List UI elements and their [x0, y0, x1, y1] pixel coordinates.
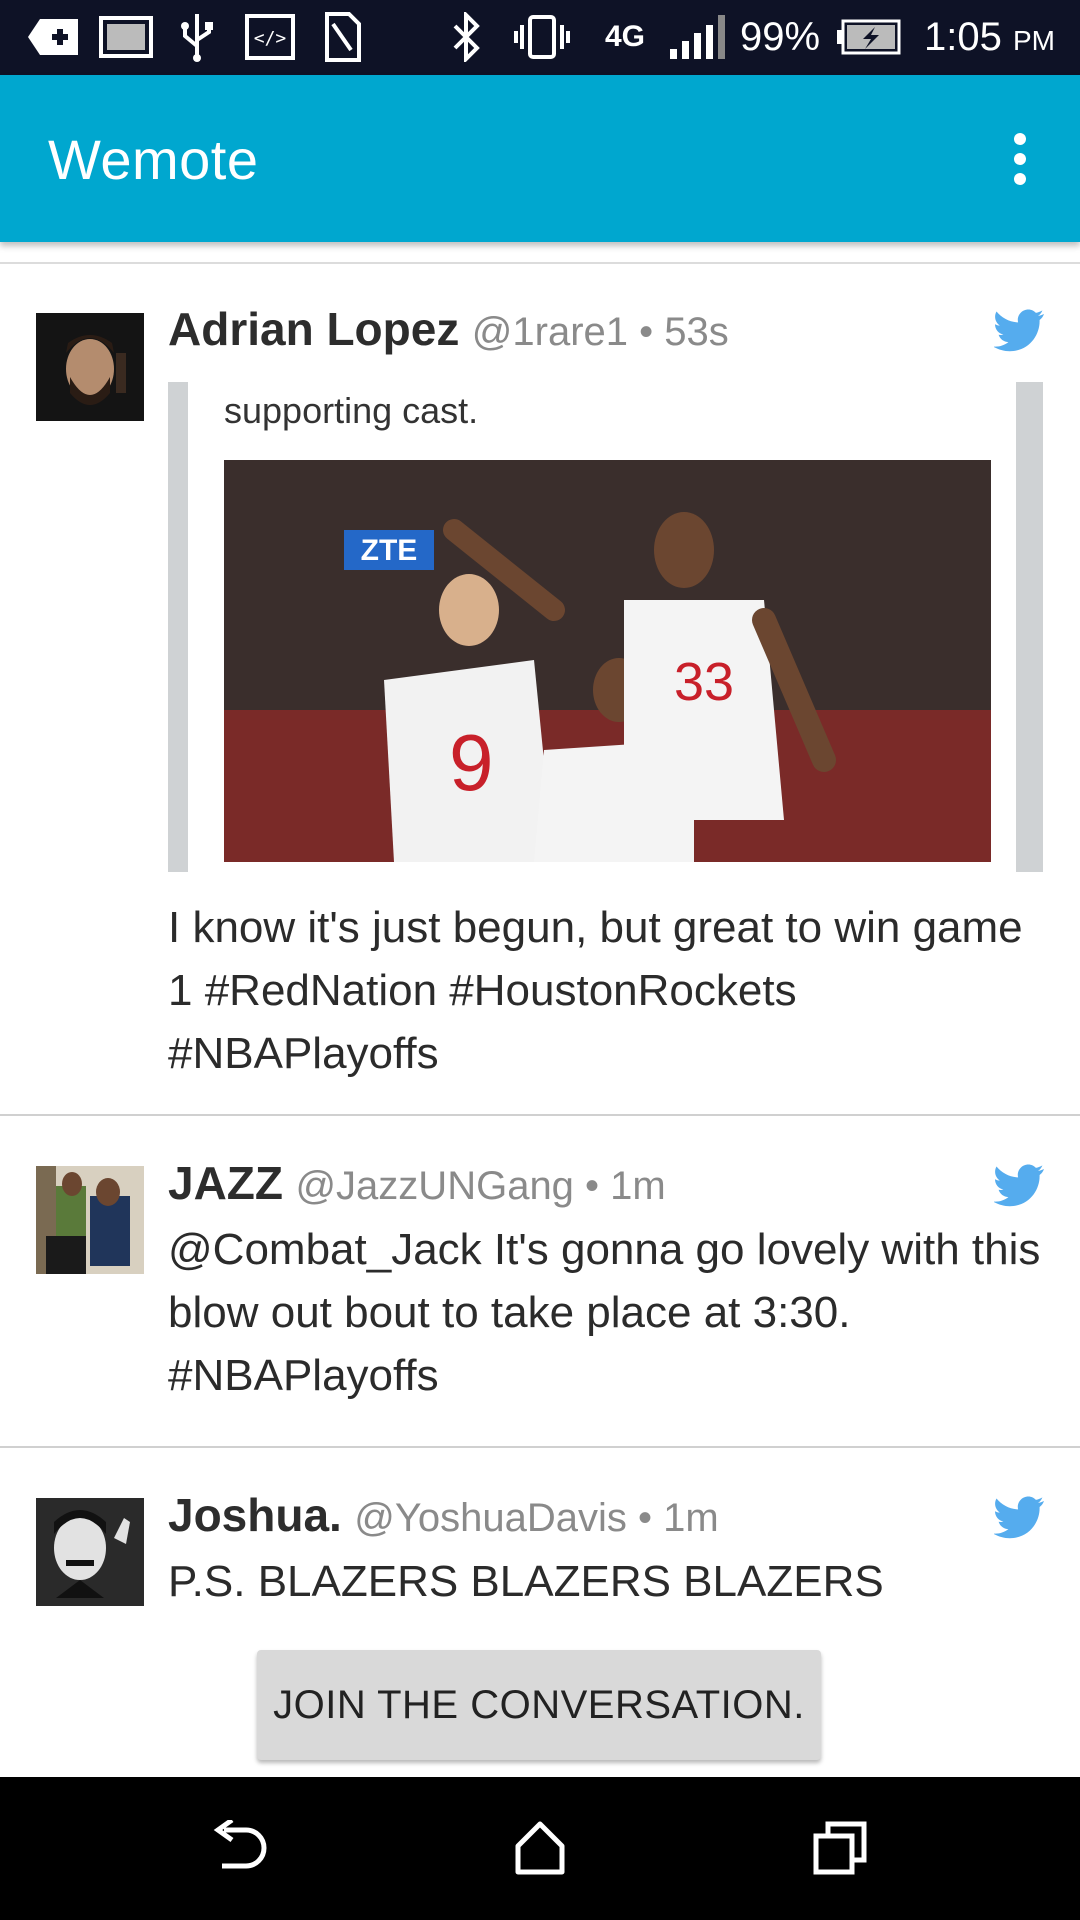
app-title: Wemote — [48, 128, 259, 191]
tweet-text: I know it's just begun, but great to win… — [168, 903, 1023, 1078]
signal-icon — [668, 12, 726, 62]
tweet-item[interactable]: Adrian Lopez @1rare1 • 53s supporting ca… — [0, 264, 1080, 1116]
time-suffix: PM — [1012, 25, 1055, 56]
join-conversation-button[interactable]: JOIN THE CONVERSATION. — [257, 1650, 821, 1760]
svg-text:9: 9 — [449, 718, 494, 807]
sim-icon — [322, 12, 362, 62]
twitter-bird-icon — [992, 1496, 1046, 1540]
handle: @JazzUNGang — [295, 1164, 574, 1208]
tweet-header: Joshua. @YoshuaDavis • 1m — [168, 1488, 719, 1542]
handle: @YoshuaDavis — [354, 1496, 627, 1540]
vibrate-icon — [510, 12, 574, 62]
tweet-age: 1m — [663, 1496, 719, 1540]
svg-text:</>: </> — [254, 28, 287, 49]
recents-icon[interactable] — [800, 1813, 880, 1883]
handle: @1rare1 — [471, 310, 629, 354]
media-caption: supporting cast. — [224, 390, 479, 431]
tweet-header: JAZZ @JazzUNGang • 1m — [168, 1156, 666, 1210]
tweet-media[interactable]: supporting cast. ZTE 9 33 — [168, 382, 1043, 872]
tweet-text: P.S. BLAZERS BLAZERS BLAZERS #RIPCITY BL… — [168, 1557, 1001, 1627]
tweet-item[interactable]: Joshua. @YoshuaDavis • 1m P.S. BLAZERS B… — [0, 1448, 1080, 1627]
tweet-item[interactable]: JAZZ @JazzUNGang • 1m @Combat_Jack It's … — [0, 1116, 1080, 1448]
user-name[interactable]: Adrian Lopez — [168, 303, 459, 355]
user-handle: @YoshuaDavis • 1m — [354, 1496, 719, 1540]
tweet-age: 1m — [610, 1164, 666, 1208]
code-icon: </> — [244, 12, 296, 62]
twitter-bird-icon — [992, 1164, 1046, 1208]
battery-percent: 99% — [740, 15, 821, 59]
app-bar: Wemote — [0, 75, 1080, 242]
avatar[interactable] — [36, 313, 144, 421]
image-icon — [98, 12, 154, 62]
time-value: 1:05 — [924, 15, 1002, 59]
user-handle: @1rare1 • 53s — [471, 310, 729, 354]
tweet-feed[interactable]: Adrian Lopez @1rare1 • 53s supporting ca… — [0, 264, 1080, 1627]
avatar[interactable] — [36, 1166, 144, 1274]
tweet-header: Adrian Lopez @1rare1 • 53s — [168, 302, 729, 356]
back-icon[interactable] — [200, 1813, 280, 1883]
bluetooth-icon — [446, 12, 486, 62]
status-time: 1:05 PM — [924, 10, 1055, 68]
home-icon[interactable] — [500, 1813, 580, 1883]
user-handle: @JazzUNGang • 1m — [295, 1164, 666, 1208]
twitter-bird-icon — [992, 309, 1046, 353]
user-name[interactable]: Joshua. — [168, 1489, 342, 1541]
network-label: 4G — [604, 20, 646, 53]
join-bar: JOIN THE CONVERSATION. — [0, 1627, 1080, 1777]
network-type: 4G — [590, 12, 660, 62]
user-name[interactable]: JAZZ — [168, 1157, 283, 1209]
basketball-photo: ZTE 9 33 — [224, 460, 991, 862]
add-box-icon — [26, 12, 82, 62]
tweet-age: 53s — [664, 310, 729, 354]
more-vert-icon[interactable] — [1000, 127, 1040, 197]
avatar[interactable] — [36, 1498, 144, 1606]
status-bar: </> 4G 99% 1:05 PM — [0, 0, 1080, 75]
navigation-bar — [0, 1777, 1080, 1920]
media-card: supporting cast. ZTE 9 33 — [188, 382, 1016, 872]
usb-icon — [172, 12, 222, 62]
tweet-text: @Combat_Jack It's gonna go lovely with t… — [168, 1225, 1041, 1400]
svg-text:ZTE: ZTE — [361, 534, 418, 567]
battery-charging-icon — [834, 12, 902, 62]
svg-text:33: 33 — [674, 652, 734, 712]
